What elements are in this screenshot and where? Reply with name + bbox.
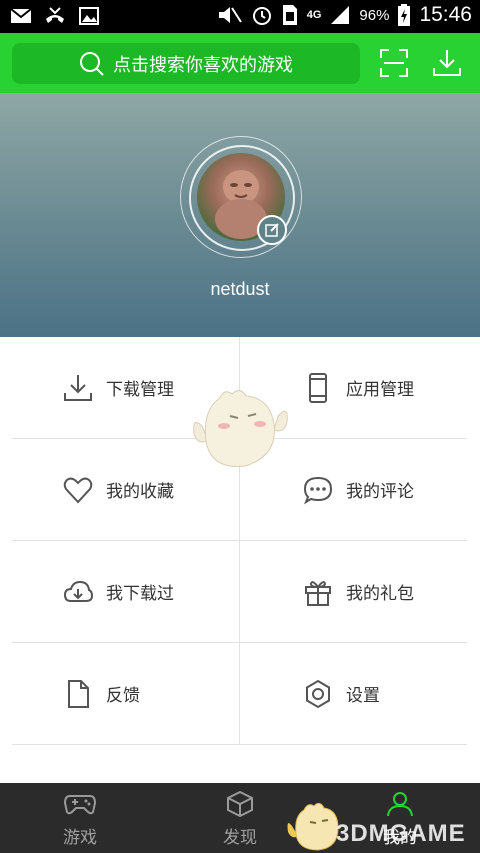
clock: 15:46 xyxy=(419,3,472,26)
watermark-text: 3DMGAME xyxy=(336,820,466,847)
battery-charging-icon xyxy=(398,4,411,26)
tab-label: 发现 xyxy=(223,828,257,848)
menu-label: 设置 xyxy=(346,686,380,706)
search-icon xyxy=(80,51,104,76)
sim-icon xyxy=(282,5,297,25)
menu-gifts[interactable]: 我的礼包 xyxy=(302,541,472,642)
username: netdust xyxy=(210,279,270,299)
missed-call-icon xyxy=(46,7,64,23)
cloud-download-icon xyxy=(63,580,94,602)
menu-label: 我下载过 xyxy=(106,584,174,604)
menu-settings[interactable]: 设置 xyxy=(302,643,472,744)
gallery-icon xyxy=(79,7,99,25)
document-icon xyxy=(68,679,89,708)
mascot-decoration xyxy=(193,390,288,467)
menu-app-manage[interactable]: 应用管理 xyxy=(302,337,472,438)
tab-games[interactable]: 游戏 xyxy=(0,783,160,853)
search-box[interactable]: 点击搜索你喜欢的游戏 xyxy=(12,43,360,84)
avatar-frame[interactable] xyxy=(180,136,302,258)
gift-icon xyxy=(305,580,331,606)
gamepad-icon xyxy=(64,795,96,815)
top-bar: 点击搜索你喜欢的游戏 xyxy=(0,33,480,93)
mail-icon xyxy=(10,8,32,23)
network-type: 4G xyxy=(306,9,322,21)
tab-label: 游戏 xyxy=(63,828,97,848)
menu-downloaded[interactable]: 我下载过 xyxy=(62,541,232,642)
edit-icon xyxy=(265,223,279,237)
download-icon[interactable] xyxy=(432,48,462,78)
menu-label: 我的礼包 xyxy=(346,584,414,604)
phone-icon xyxy=(309,372,327,403)
heart-icon xyxy=(63,477,93,503)
status-bar: 4G 96% 15:46 xyxy=(0,0,480,33)
menu-feedback[interactable]: 反馈 xyxy=(62,643,232,744)
signal-icon xyxy=(331,6,350,24)
gear-icon xyxy=(306,679,330,708)
mute-icon xyxy=(218,7,242,23)
edit-avatar-button[interactable] xyxy=(257,215,287,245)
scan-icon[interactable] xyxy=(379,48,409,78)
menu-label: 应用管理 xyxy=(346,380,414,400)
menu-label: 我的评论 xyxy=(346,482,414,502)
battery-percent: 96% xyxy=(359,6,390,24)
cube-icon xyxy=(227,791,253,817)
menu-label: 反馈 xyxy=(106,686,140,706)
alarm-icon xyxy=(252,7,271,25)
menu-comments[interactable]: 我的评论 xyxy=(302,439,472,540)
grid-divider xyxy=(12,744,467,745)
download-icon xyxy=(64,374,92,401)
comment-icon xyxy=(303,476,333,504)
menu-label: 我的收藏 xyxy=(106,482,174,502)
menu-label: 下载管理 xyxy=(106,380,174,400)
profile-header: netdust xyxy=(0,93,480,337)
search-placeholder: 点击搜索你喜欢的游戏 xyxy=(113,54,293,76)
